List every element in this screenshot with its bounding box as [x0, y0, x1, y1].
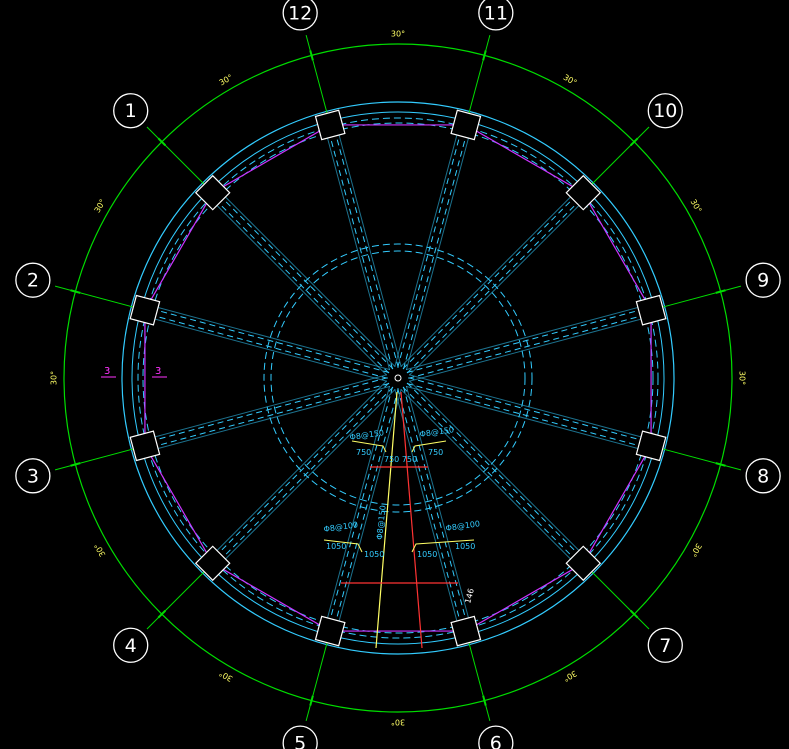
- axis-line: [582, 562, 650, 630]
- angle-label: 30°: [738, 371, 747, 385]
- rebar-inner-right-dim: 750: [428, 448, 443, 457]
- axis-bubble-label: 11: [484, 2, 508, 24]
- column-box: [129, 294, 161, 326]
- axis-line: [305, 34, 331, 126]
- section-mark-right: 3: [155, 366, 161, 377]
- axis-line: [582, 126, 650, 194]
- axis-bubble-label: 6: [490, 733, 502, 749]
- rebar-outer-left-dim1: 1050: [326, 542, 346, 551]
- axis-line: [54, 285, 146, 311]
- axis-bubble-label: 9: [757, 270, 769, 292]
- angle-label: 30°: [218, 73, 235, 88]
- column-box: [450, 615, 482, 647]
- axis-line: [465, 34, 491, 126]
- axis-line: [650, 285, 742, 311]
- axis-bubble-label: 5: [294, 733, 306, 749]
- angle-label: 30°: [50, 371, 59, 385]
- axis-line: [650, 445, 742, 471]
- axis-line: [146, 126, 214, 194]
- inner-ring-beam-1: [263, 243, 533, 513]
- axis-bubble-label: 4: [125, 635, 137, 657]
- rebar-inner-center: 750 750: [384, 455, 417, 464]
- axis-bubble-label: 3: [27, 465, 39, 487]
- column-box: [129, 430, 161, 462]
- radial-beam-line: [326, 125, 393, 370]
- angle-label: 30°: [218, 668, 235, 683]
- angle-label: 30°: [93, 198, 108, 215]
- axis-line: [465, 630, 491, 722]
- angle-label: 30°: [688, 542, 703, 559]
- angle-label: 30°: [562, 668, 579, 683]
- axis-bubble-label: 2: [27, 270, 39, 292]
- angle-label: 30°: [562, 73, 579, 88]
- angle-label: 30°: [688, 198, 703, 215]
- axis-line-group: [54, 34, 742, 722]
- column-group: [129, 109, 667, 647]
- radial-beam-line: [403, 386, 470, 631]
- radial-beam-line: [406, 383, 651, 450]
- axis-bubble-label: 1: [125, 100, 137, 122]
- radial-beam-line: [406, 306, 651, 373]
- column-box: [314, 615, 346, 647]
- rebar-inner-left-dim: 750: [356, 448, 371, 457]
- rebar-outer-right-dim2: 1050: [455, 542, 475, 551]
- rebar-outer-right: Φ8@100: [445, 519, 481, 533]
- angle-label: 30°: [391, 718, 405, 727]
- ring-beam-plan-drawing: 30°30°30°30°30°30°30°30°30°30°30°30° 12 1…: [0, 0, 789, 749]
- center-point: [394, 374, 402, 382]
- column-box: [314, 109, 346, 141]
- axis-bubble-label: 8: [757, 465, 769, 487]
- section-mark-left: 3: [104, 366, 110, 377]
- axis-bubble-label: 12: [288, 2, 312, 24]
- angle-label: 30°: [93, 542, 108, 559]
- rebar-outer-left-dim2: 1050: [364, 550, 384, 559]
- axis-bubble-label: 7: [659, 635, 671, 657]
- axis-line: [54, 445, 146, 471]
- angle-label: 30°: [391, 30, 405, 39]
- radial-beam-line: [145, 306, 390, 373]
- rebar-beam-tag: 146: [463, 587, 476, 604]
- column-box: [450, 109, 482, 141]
- rebar-outer-right-dim1: 1050: [417, 550, 437, 559]
- axis-line: [305, 630, 331, 722]
- radial-beam-line: [403, 125, 470, 370]
- axis-line: [146, 562, 214, 630]
- rebar-inner-right: Φ8@150: [419, 425, 455, 439]
- axis-bubble-label: 10: [653, 100, 677, 122]
